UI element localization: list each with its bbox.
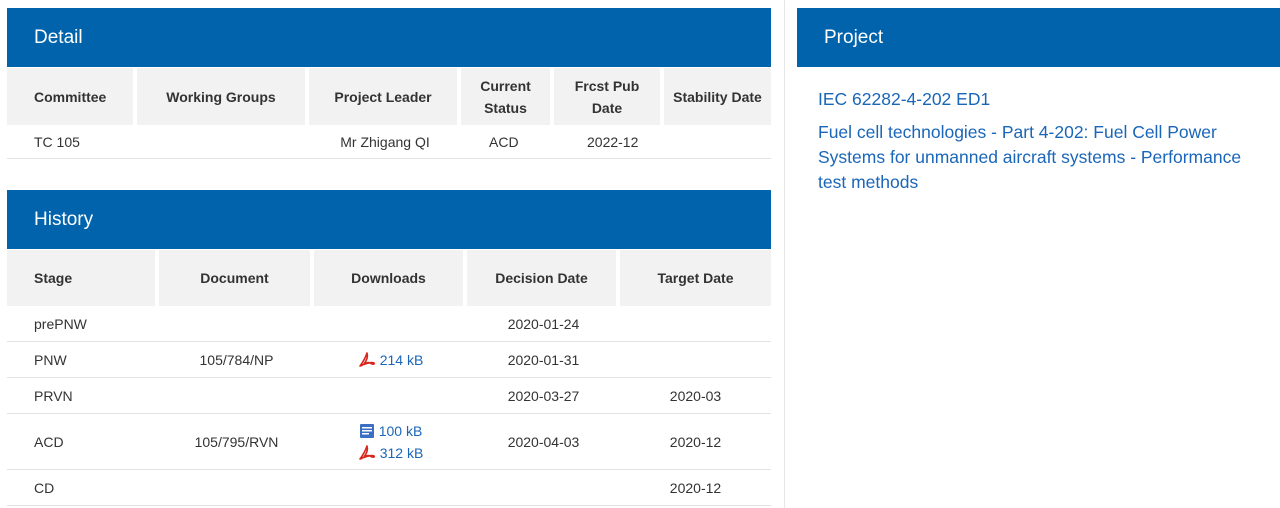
pdf-icon[interactable] bbox=[358, 444, 376, 462]
col-stage: Stage bbox=[7, 250, 159, 306]
history-row: prePNW 2020-01-24 bbox=[7, 306, 771, 342]
detail-row: TC 105 Mr Zhigang QI ACD 2022-12 bbox=[7, 125, 771, 159]
detail-table: Committee Working Groups Project Leader … bbox=[7, 68, 771, 159]
stage-cell: PNW bbox=[7, 342, 159, 378]
col-target-date: Target Date bbox=[620, 250, 771, 306]
detail-title: Detail bbox=[34, 26, 83, 48]
project-panel-header: Project bbox=[797, 8, 1280, 67]
downloads-cell bbox=[314, 306, 467, 342]
col-downloads: Downloads bbox=[314, 250, 467, 306]
downloads-cell bbox=[314, 470, 467, 506]
download-size[interactable]: 312 kB bbox=[380, 442, 424, 464]
decision-date-cell: 2020-01-31 bbox=[467, 342, 620, 378]
download-link[interactable]: 100 kB bbox=[314, 420, 467, 442]
detail-header-row: Committee Working Groups Project Leader … bbox=[7, 68, 771, 125]
stage-cell: ACD bbox=[7, 414, 159, 470]
column-divider bbox=[784, 0, 785, 508]
project-description-link[interactable]: Fuel cell technologies - Part 4-202: Fue… bbox=[818, 120, 1268, 195]
col-working-groups: Working Groups bbox=[137, 68, 309, 125]
history-panel-header: History bbox=[7, 190, 771, 249]
document-cell bbox=[159, 470, 314, 506]
stage-cell: CD bbox=[7, 470, 159, 506]
col-project-leader: Project Leader bbox=[309, 68, 461, 125]
committee-value: TC 105 bbox=[7, 125, 137, 159]
document-cell: 105/784/NP bbox=[159, 342, 314, 378]
history-table: Stage Document Downloads Decision Date T… bbox=[7, 250, 771, 506]
target-date-cell: 2020-12 bbox=[620, 414, 771, 470]
download-link[interactable]: 214 kB bbox=[314, 349, 467, 371]
decision-date-cell: 2020-04-03 bbox=[467, 414, 620, 470]
history-row: PNW 105/784/NP 214 kB 2020-01-31 bbox=[7, 342, 771, 378]
col-committee: Committee bbox=[7, 68, 137, 125]
col-frcst-pub-date: Frcst Pub Date bbox=[554, 68, 664, 125]
col-current-status: Current Status bbox=[461, 68, 554, 125]
history-header-row: Stage Document Downloads Decision Date T… bbox=[7, 250, 771, 306]
stage-cell: PRVN bbox=[7, 378, 159, 414]
frcst-pub-date-value: 2022-12 bbox=[554, 125, 664, 159]
download-link[interactable]: 312 kB bbox=[314, 442, 467, 464]
stability-date-value bbox=[664, 125, 771, 159]
downloads-cell: 100 kB 312 kB bbox=[314, 414, 467, 470]
document-cell bbox=[159, 306, 314, 342]
decision-date-cell: 2020-01-24 bbox=[467, 306, 620, 342]
pdf-icon[interactable] bbox=[358, 351, 376, 369]
history-title: History bbox=[34, 208, 94, 230]
decision-date-cell: 2020-03-27 bbox=[467, 378, 620, 414]
working-groups-value bbox=[137, 125, 309, 159]
target-date-cell bbox=[620, 342, 771, 378]
project-reference-link[interactable]: IEC 62282-4-202 ED1 bbox=[818, 89, 990, 110]
target-date-cell: 2020-12 bbox=[620, 470, 771, 506]
target-date-cell: 2020-03 bbox=[620, 378, 771, 414]
project-leader-value: Mr Zhigang QI bbox=[309, 125, 461, 159]
history-row: PRVN 2020-03-27 2020-03 bbox=[7, 378, 771, 414]
target-date-cell bbox=[620, 306, 771, 342]
document-cell: 105/795/RVN bbox=[159, 414, 314, 470]
history-row: ACD 105/795/RVN 100 kB 312 kB 2020-04-03… bbox=[7, 414, 771, 470]
document-cell bbox=[159, 378, 314, 414]
downloads-cell: 214 kB bbox=[314, 342, 467, 378]
download-size[interactable]: 100 kB bbox=[379, 420, 423, 442]
word-doc-icon[interactable] bbox=[359, 423, 375, 439]
history-row: CD 2020-12 bbox=[7, 470, 771, 506]
decision-date-cell bbox=[467, 470, 620, 506]
downloads-cell bbox=[314, 378, 467, 414]
col-document: Document bbox=[159, 250, 314, 306]
current-status-value: ACD bbox=[461, 125, 554, 159]
download-size[interactable]: 214 kB bbox=[380, 349, 424, 371]
col-stability-date: Stability Date bbox=[664, 68, 771, 125]
stage-cell: prePNW bbox=[7, 306, 159, 342]
detail-panel-header: Detail bbox=[7, 8, 771, 67]
col-decision-date: Decision Date bbox=[467, 250, 620, 306]
project-title-heading: Project bbox=[824, 26, 884, 48]
